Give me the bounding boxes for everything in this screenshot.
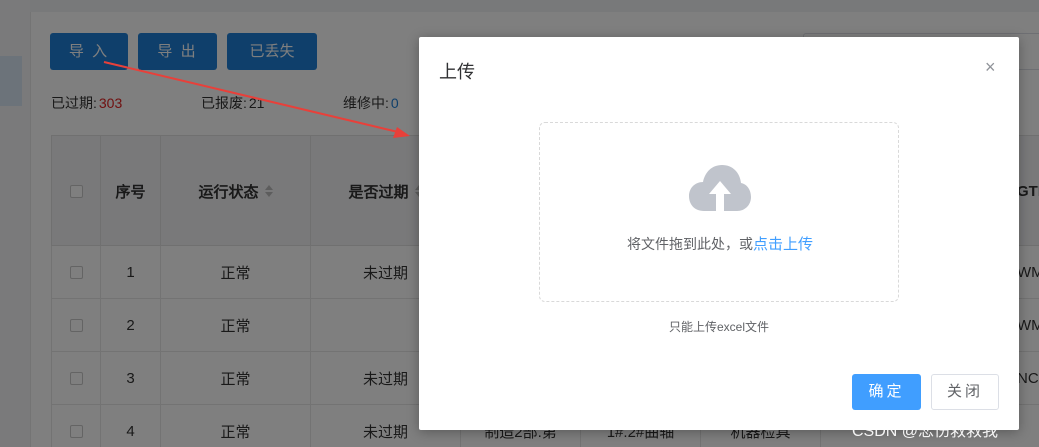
upload-cloud-icon [689, 165, 751, 211]
page: 导 入 导 出 已丢失 已过期:303 已报废:21 维修中:0 序号 运行状态… [0, 0, 1039, 447]
upload-tip: 只能上传excel文件 [668, 320, 769, 334]
dialog-title: 上传 [439, 62, 475, 82]
upload-dropzone[interactable]: 将文件拖到此处，或点击上传 [539, 122, 899, 302]
drop-hint: 将文件拖到此处，或 [626, 236, 753, 252]
confirm-button[interactable]: 确定 [852, 374, 921, 410]
close-button[interactable]: 关闭 [931, 374, 999, 410]
watermark: CSDN @悲伤救救我 [852, 423, 999, 440]
upload-dialog: 上传 × 将文件拖到此处，或点击上传 只能上传excel文件 确定 关闭 [419, 37, 1019, 430]
click-upload-link[interactable]: 点击上传 [753, 236, 813, 253]
dropzone-text: 将文件拖到此处，或点击上传 [540, 233, 900, 254]
close-icon[interactable]: × [985, 58, 996, 76]
